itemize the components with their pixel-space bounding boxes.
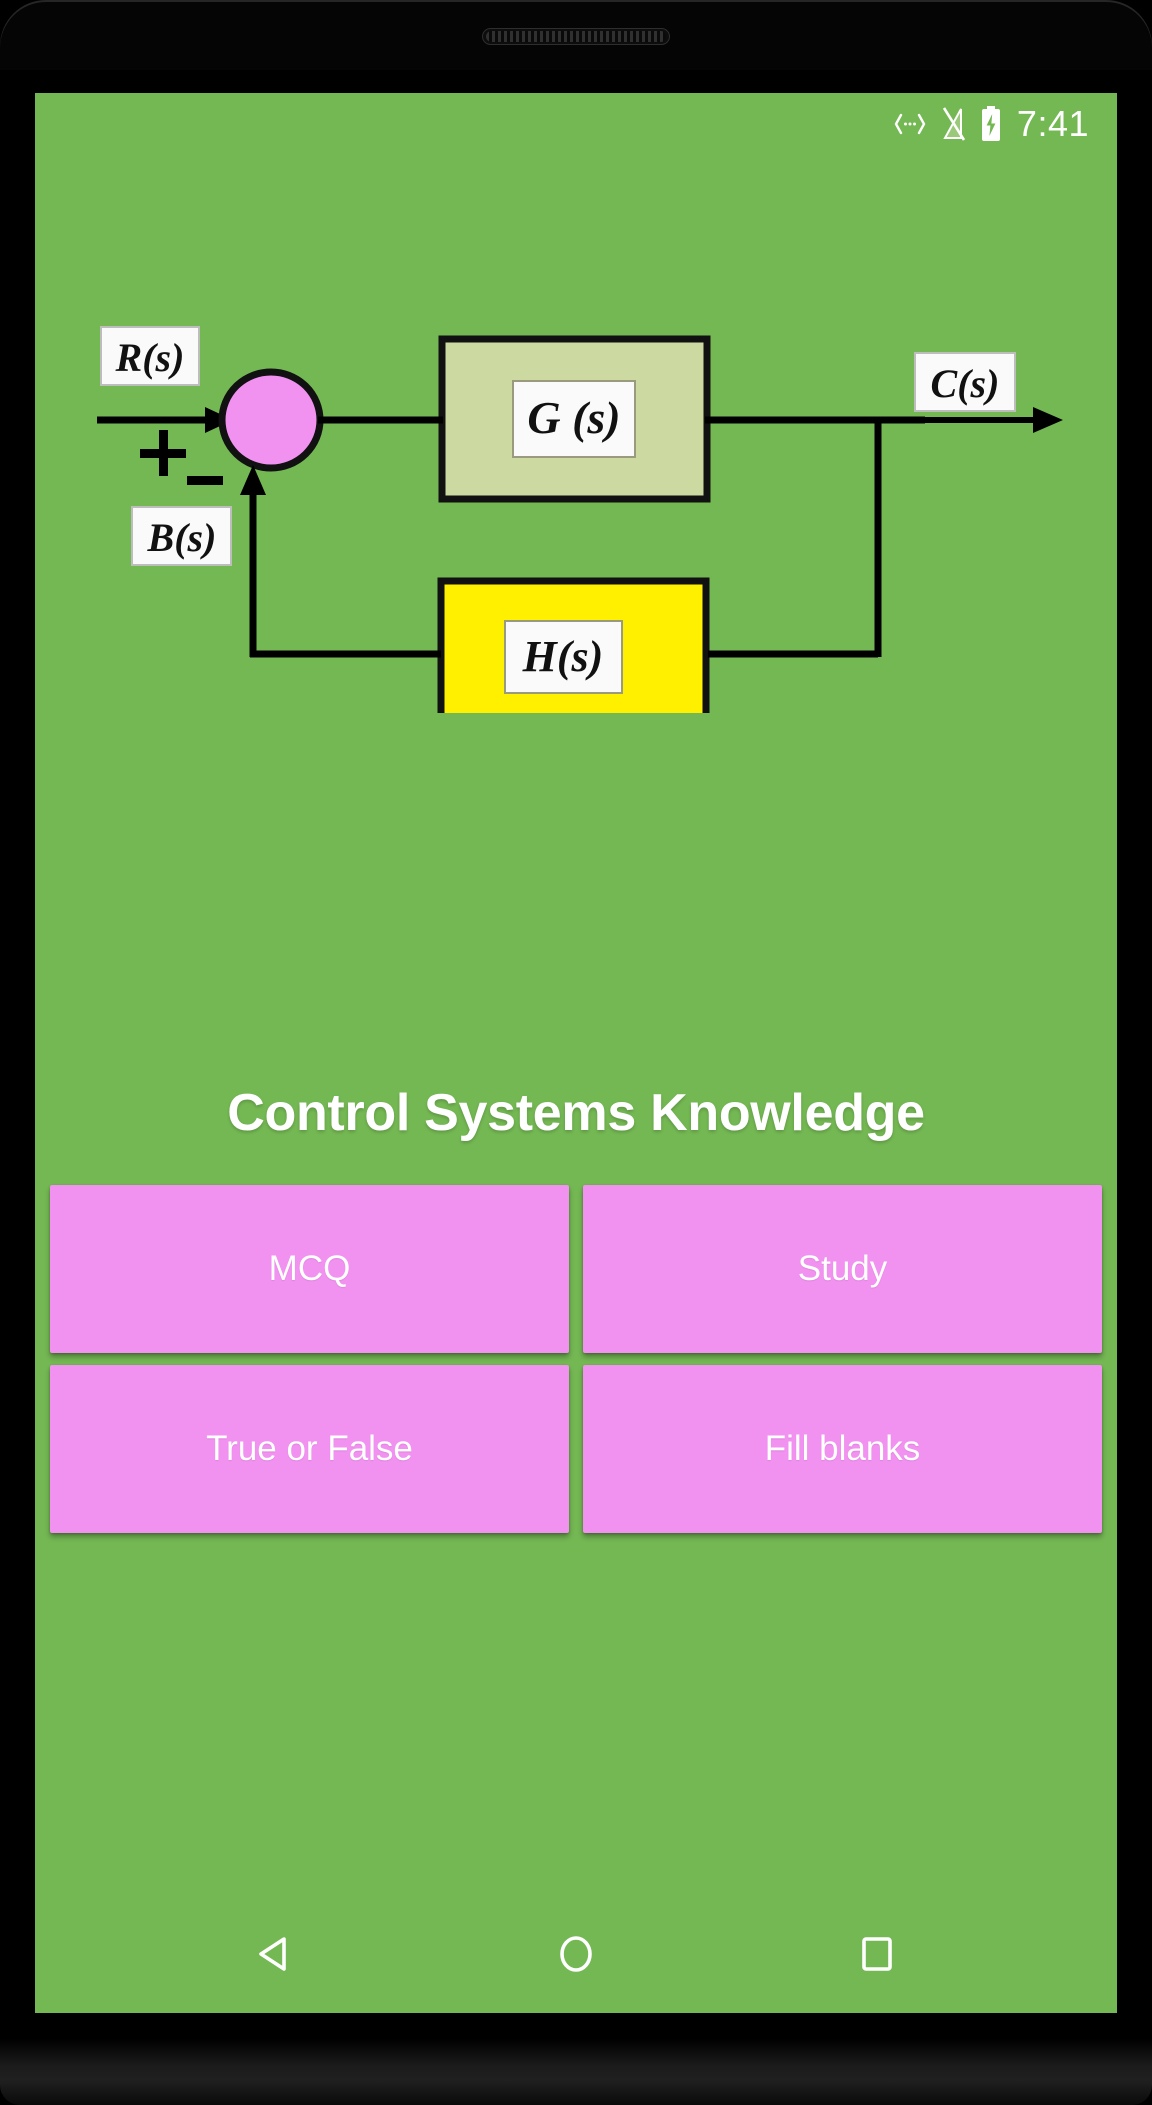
- menu-cell-fill-blanks: Fill blanks: [576, 1359, 1109, 1539]
- signal-off-icon: [939, 107, 967, 141]
- feedback-block-label: H(s): [522, 632, 604, 681]
- menu-cell-true-or-false: True or False: [43, 1359, 576, 1539]
- mcq-button[interactable]: MCQ: [50, 1185, 569, 1353]
- menu-cell-mcq: MCQ: [43, 1179, 576, 1359]
- recents-icon[interactable]: [822, 1899, 932, 2009]
- study-button[interactable]: Study: [583, 1185, 1102, 1353]
- menu-cell-study: Study: [576, 1179, 1109, 1359]
- battery-charging-icon: [980, 106, 1002, 142]
- page-title: Control Systems Knowledge: [227, 1084, 925, 1142]
- earpiece-speaker: [482, 28, 670, 45]
- data-transfer-icon: [894, 111, 926, 137]
- main-menu-grid: MCQ Study True or False Fill blanks: [35, 1179, 1117, 1539]
- status-bar: 7:41: [35, 93, 1117, 155]
- summing-plus-sign: [140, 430, 186, 476]
- phone-screen: 7:41 G (s) H(s) R(s) B(s) C(s) Control S…: [35, 93, 1117, 2013]
- status-bar-clock: 7:41: [1016, 103, 1089, 144]
- android-navigation-bar: [35, 1895, 1117, 2013]
- control-system-block-diagram: G (s) H(s) R(s) B(s) C(s): [35, 243, 1117, 713]
- fill-blanks-button[interactable]: Fill blanks: [583, 1365, 1102, 1533]
- input-signal-label: R(s): [115, 335, 185, 380]
- back-icon[interactable]: [220, 1899, 330, 2009]
- forward-block-label: G (s): [527, 392, 620, 443]
- home-icon[interactable]: [521, 1899, 631, 2009]
- summing-minus-sign: [187, 476, 223, 485]
- output-signal-label: C(s): [931, 361, 1000, 406]
- feedback-signal-label: B(s): [147, 515, 217, 560]
- device-bottom-bezel: [0, 2039, 1152, 2105]
- true-or-false-button[interactable]: True or False: [50, 1365, 569, 1533]
- phone-device-frame: 7:41 G (s) H(s) R(s) B(s) C(s) Control S…: [0, 0, 1152, 2105]
